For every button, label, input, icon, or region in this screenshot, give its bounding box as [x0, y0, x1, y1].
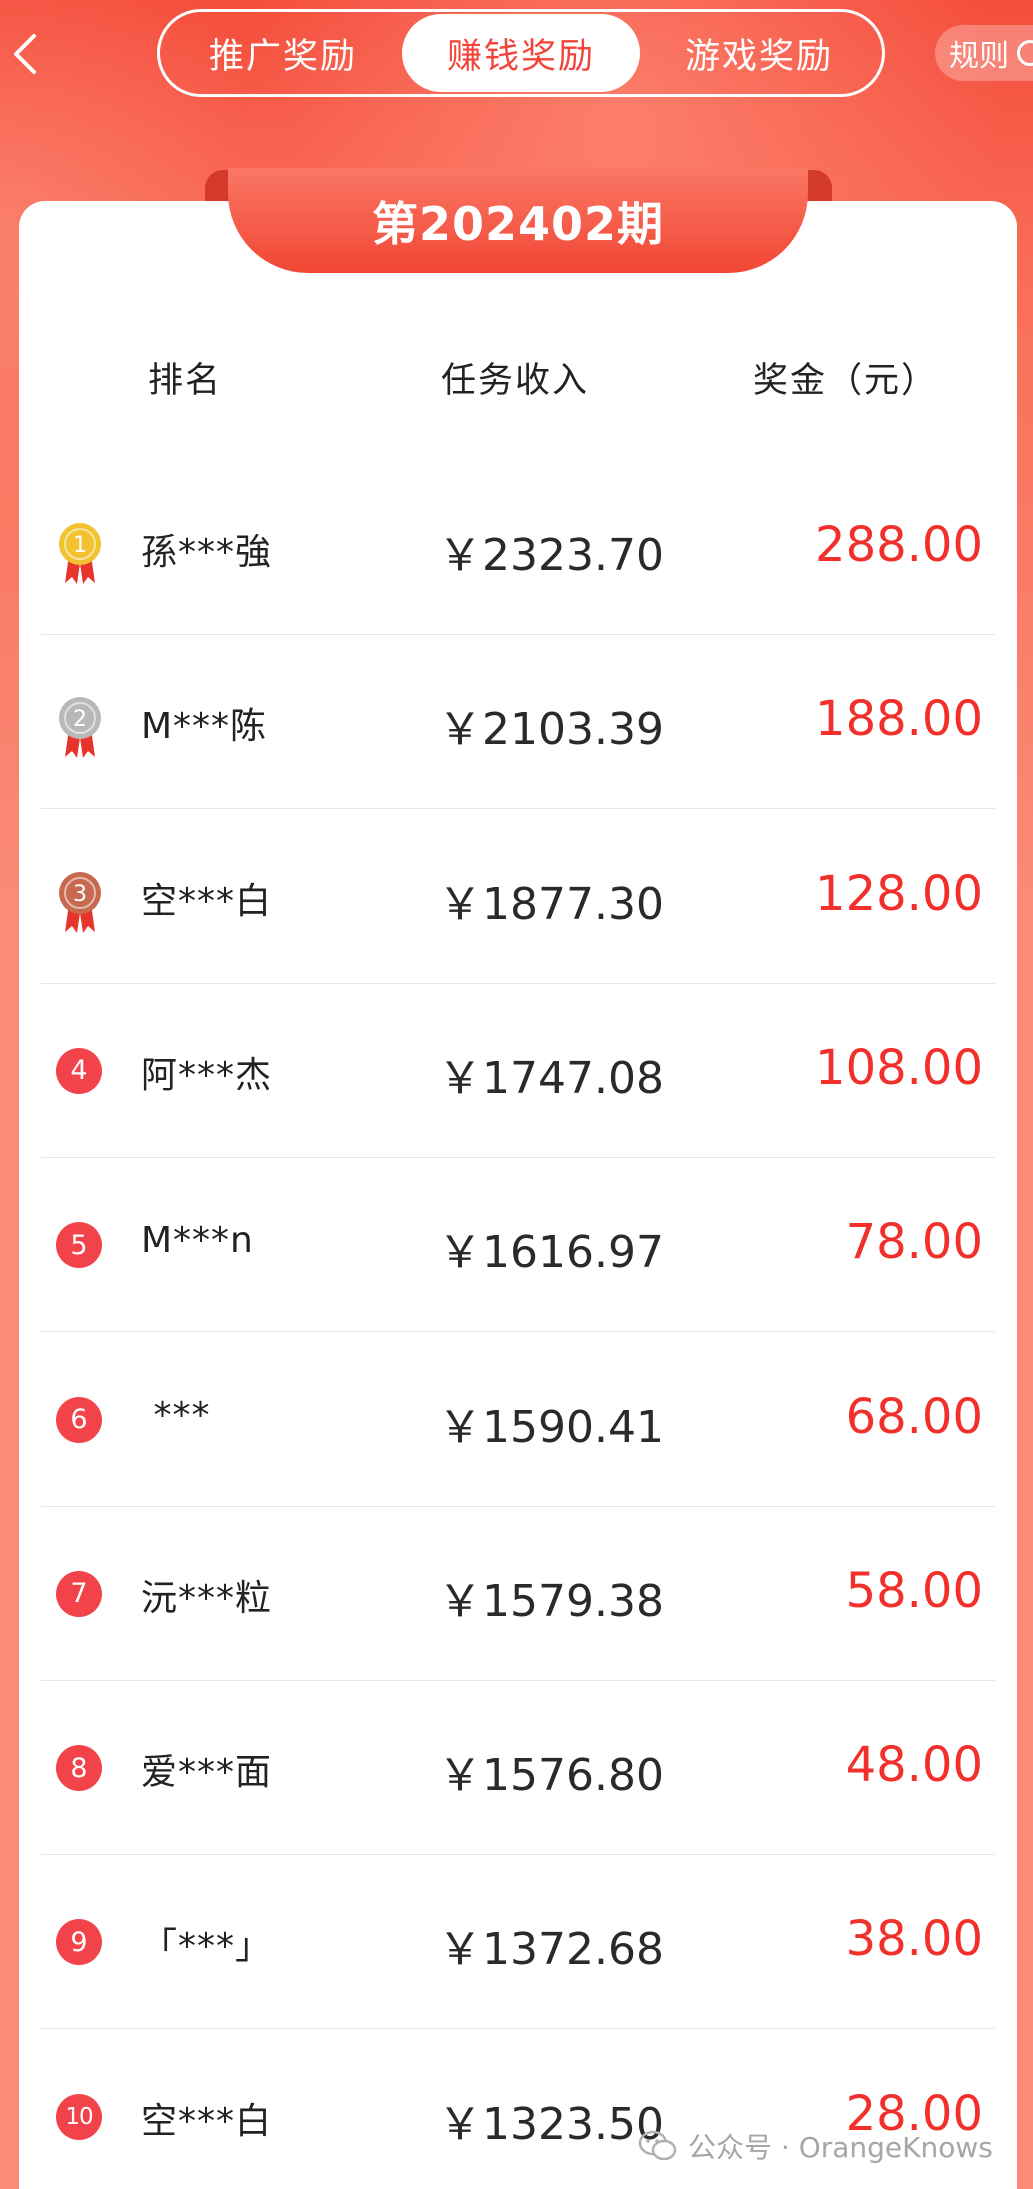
task-income: ￥1616.97 — [438, 1227, 664, 1279]
user-name: 空***白 — [141, 2100, 273, 2142]
rank-badge: 8 — [56, 1745, 102, 1792]
prize-amount: 288.00 — [815, 517, 983, 573]
user-name: 孫***強 — [141, 532, 273, 573]
chevron-left-icon — [14, 34, 36, 74]
wechat-icon — [638, 2130, 677, 2161]
prize-amount: 108.00 — [815, 1039, 983, 1096]
prize-amount: 38.00 — [845, 1911, 983, 1968]
table-row: 4 阿***杰 ￥1747.08 108.00 — [41, 984, 995, 1158]
medal-rank-number: 1 — [73, 533, 87, 558]
task-income: ￥1579.38 — [438, 1575, 664, 1627]
period-banner: 第202402期 — [228, 168, 808, 273]
task-income: ￥2323.70 — [438, 530, 664, 581]
gold-medal-icon: 1 — [59, 523, 101, 584]
table-row: 1 孫***強 ￥2323.70 288.00 — [41, 461, 995, 635]
task-income: ￥1877.30 — [438, 878, 664, 930]
user-name: M***n — [141, 1220, 254, 1262]
bronze-medal-icon: 3 — [59, 871, 101, 933]
table-row: 3 空***白 ￥1877.30 128.00 — [41, 810, 995, 984]
rank-badge: 10 — [56, 2093, 102, 2140]
column-header-income: 任务收入 — [441, 361, 590, 401]
back-button[interactable] — [0, 14, 50, 94]
task-income: ￥1747.08 — [438, 1052, 664, 1104]
user-name: 沅***粒 — [141, 1577, 273, 1619]
watermark: 公众号 · OrangeKnows — [638, 2126, 993, 2166]
info-circle-icon — [1017, 40, 1033, 66]
user-name: 阿***杰 — [141, 1054, 273, 1096]
rules-label: 规则 — [949, 39, 1009, 74]
user-name: 「***」 — [141, 1926, 273, 1968]
task-income: ￥1590.41 — [438, 1401, 664, 1453]
rank-badge: 9 — [56, 1919, 102, 1966]
watermark-text: 公众号 · OrangeKnows — [688, 2131, 993, 2164]
prize-amount: 48.00 — [845, 1737, 983, 1794]
table-row: 8 爱***面 ￥1576.80 48.00 — [41, 1681, 995, 1856]
user-name: *** — [141, 1394, 211, 1436]
prize-amount: 188.00 — [815, 691, 983, 748]
medal-rank-number: 3 — [73, 882, 87, 907]
tab-earning-reward[interactable]: 赚钱奖励 — [402, 14, 640, 92]
rank-badge: 6 — [56, 1396, 102, 1443]
silver-medal-icon: 2 — [59, 697, 101, 759]
task-income: ￥1576.80 — [438, 1750, 664, 1802]
prize-amount: 78.00 — [845, 1214, 983, 1271]
table-row: 5 M***n ￥1616.97 78.00 — [41, 1158, 995, 1333]
table-row: 6 *** ￥1590.41 68.00 — [41, 1333, 995, 1507]
user-name: 空***白 — [141, 880, 273, 922]
rank-badge: 5 — [56, 1222, 102, 1269]
task-income: ￥2103.39 — [438, 704, 664, 756]
table-row: 9 「***」 ￥1372.68 38.00 — [41, 1855, 995, 2030]
tab-game-reward[interactable]: 游戏奖励 — [640, 14, 878, 92]
column-header-rank: 排名 — [148, 361, 223, 401]
prize-amount: 128.00 — [815, 865, 983, 922]
rules-button[interactable]: 规则 — [935, 25, 1033, 81]
rank-badge: 7 — [56, 1570, 102, 1617]
reward-tabs: 推广奖励 赚钱奖励 游戏奖励 — [157, 9, 885, 97]
table-row: 7 沅***粒 ￥1579.38 58.00 — [41, 1507, 995, 1681]
task-income: ￥1372.68 — [438, 1924, 664, 1976]
table-row: 2 M***陈 ￥2103.39 188.00 — [41, 635, 995, 810]
rank-badge: 4 — [56, 1047, 102, 1094]
period-title: 第202402期 — [371, 196, 665, 251]
user-name: 爱***面 — [141, 1752, 273, 1794]
tab-promotion-reward[interactable]: 推广奖励 — [164, 14, 402, 92]
column-header-prize: 奖金（元） — [753, 361, 939, 401]
user-name: M***陈 — [141, 706, 268, 748]
prize-amount: 68.00 — [845, 1388, 983, 1445]
prize-amount: 58.00 — [845, 1562, 983, 1619]
medal-rank-number: 2 — [73, 707, 87, 732]
